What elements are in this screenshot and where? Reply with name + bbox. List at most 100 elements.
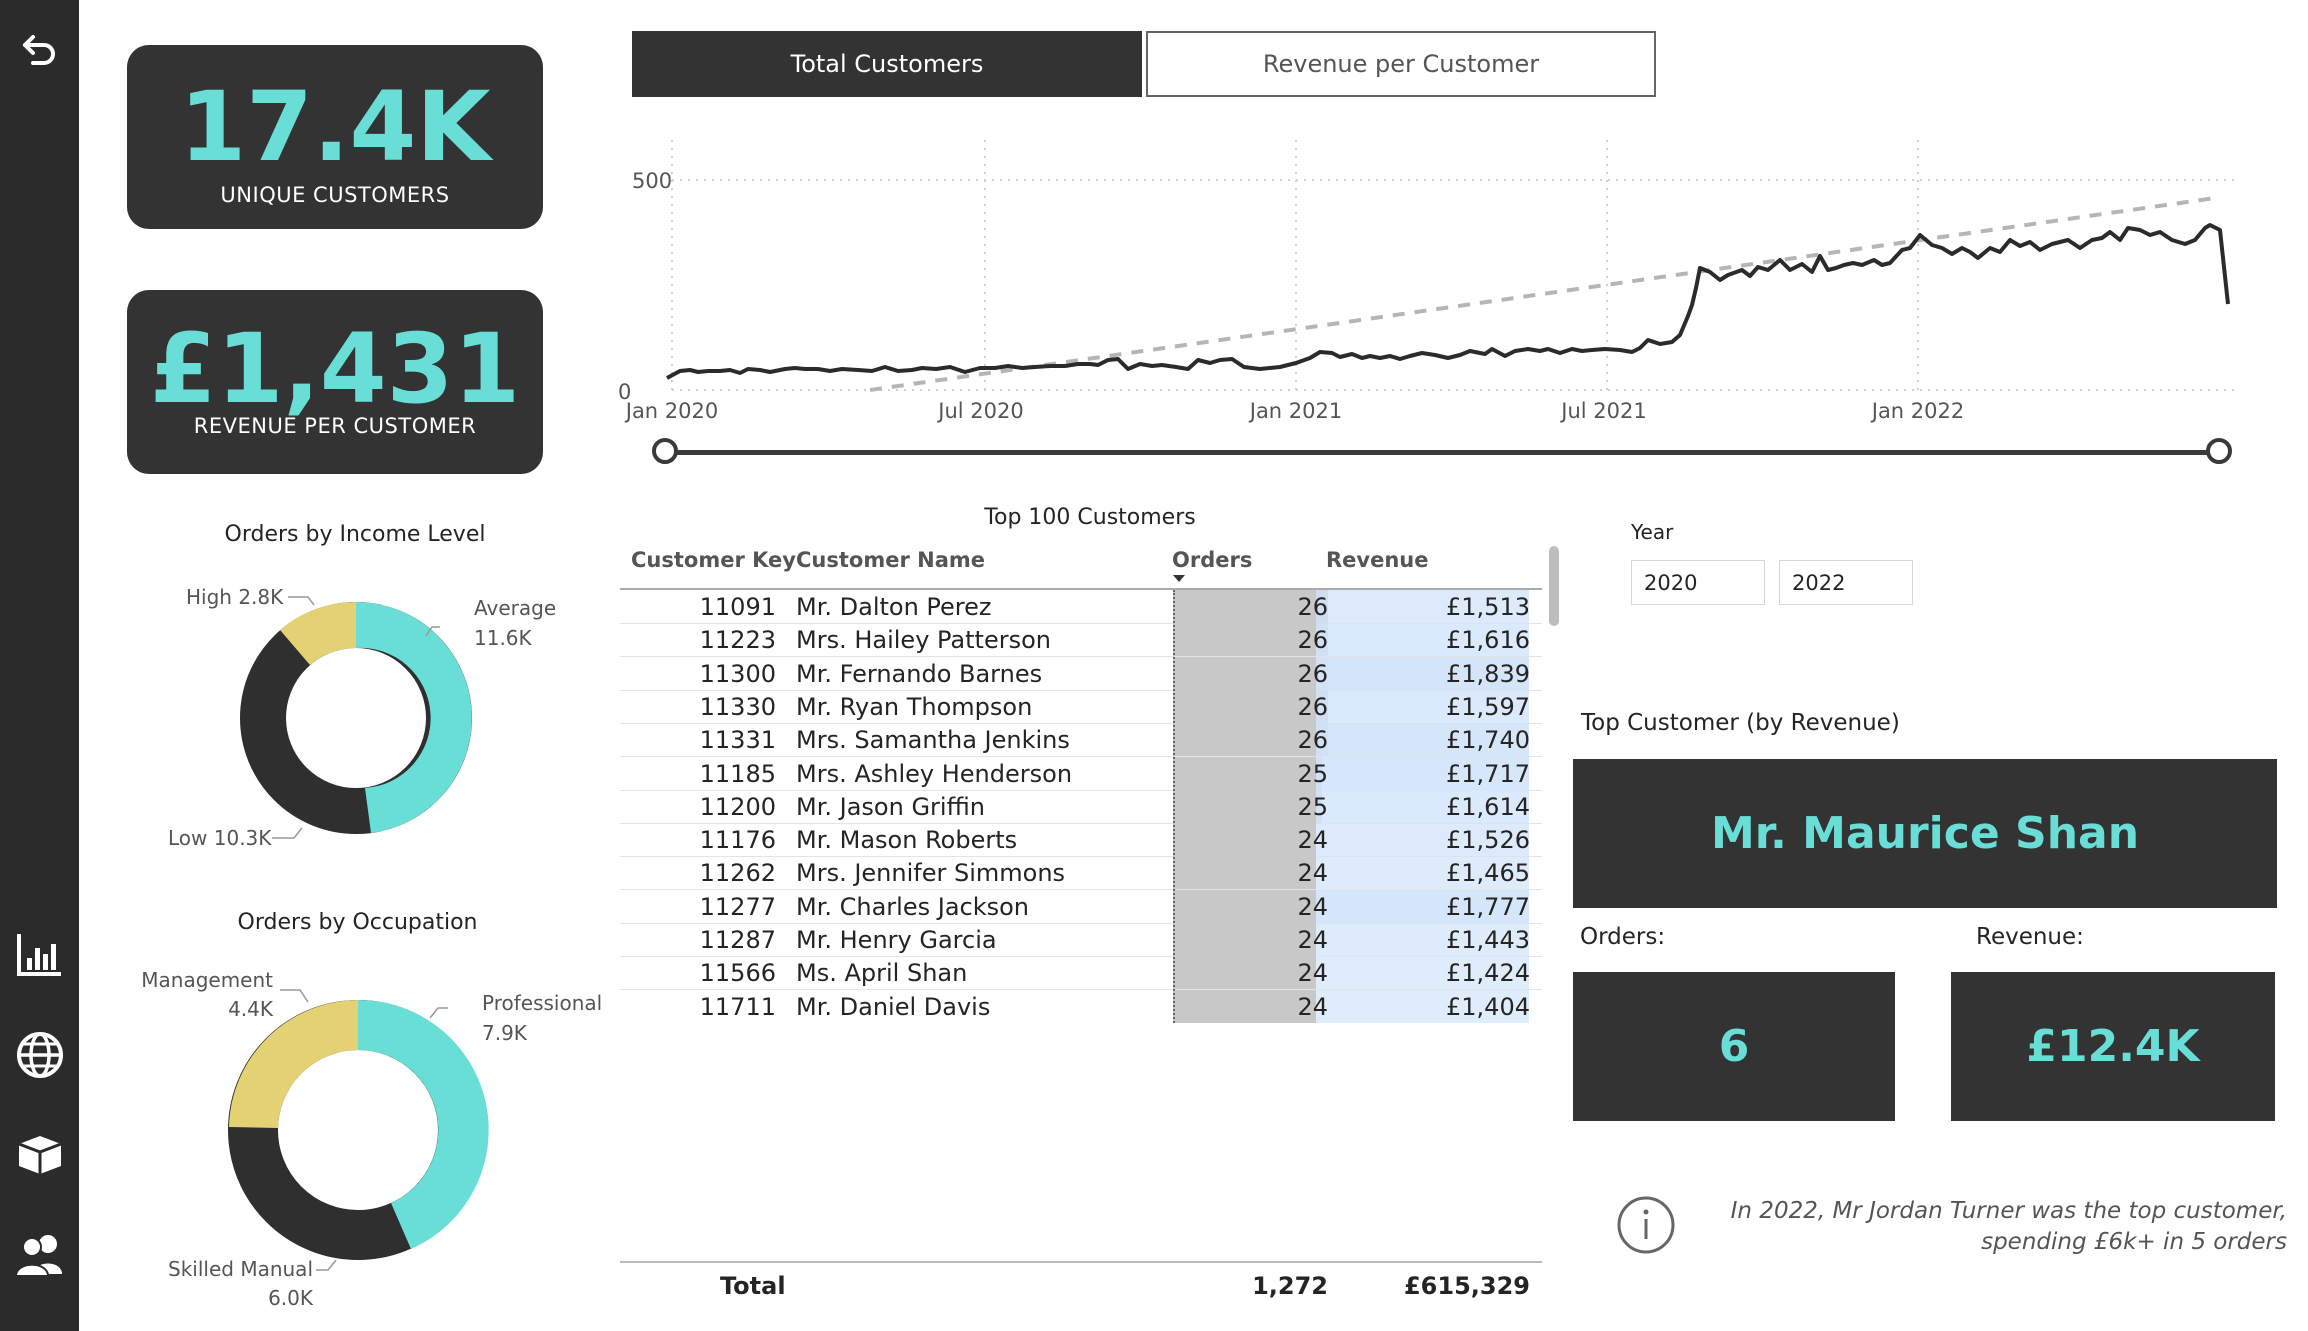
- table-row[interactable]: 11185 Mrs. Ashley Henderson 25 £1,717: [620, 756, 1542, 791]
- x-tick-jan-2022: Jan 2022: [1870, 399, 1965, 423]
- income-label-high: High: [186, 585, 232, 609]
- cell-revenue: £1,839: [1446, 659, 1530, 688]
- date-range-end-handle[interactable]: [2206, 438, 2232, 464]
- nav-products-button[interactable]: [0, 1113, 79, 1193]
- total-orders: 1,272: [1252, 1272, 1328, 1300]
- table-row[interactable]: 11262 Mrs. Jennifer Simmons 24 £1,465: [620, 856, 1542, 891]
- table-row[interactable]: 11200 Mr. Jason Griffin 25 £1,614: [620, 789, 1542, 824]
- occupation-value-professional: 7.9K: [482, 1021, 528, 1045]
- kpi-unique-customers-card: 17.4K UNIQUE CUSTOMERS: [127, 45, 543, 229]
- occupation-label-professional: Professional: [482, 991, 602, 1015]
- cell-revenue: £1,717: [1446, 759, 1530, 788]
- cell-orders: 24: [1297, 859, 1328, 888]
- cell-customer-key: 11711: [699, 992, 776, 1021]
- top-customer-revenue-label: Revenue:: [1976, 924, 2084, 950]
- y-tick-500: 500: [632, 169, 672, 193]
- table-row[interactable]: 11711 Mr. Daniel Davis 24 £1,404: [620, 989, 1542, 1023]
- column-header-revenue[interactable]: Revenue: [1326, 548, 1429, 572]
- date-range-slider-track[interactable]: [667, 450, 2222, 455]
- cell-customer-key: 11300: [699, 659, 776, 688]
- table-row[interactable]: 11287 Mr. Henry Garcia 24 £1,443: [620, 923, 1542, 957]
- cell-customer-key: 11176: [699, 826, 776, 855]
- table-body[interactable]: 11091 Mr. Dalton Perez 26 £1,513 11223 Mrs. H…: [620, 590, 1542, 1023]
- cell-revenue: £1,526: [1446, 826, 1530, 855]
- cell-customer-name: Mr. Henry Garcia: [796, 926, 997, 954]
- users-icon: [14, 1235, 62, 1277]
- nav-customers-button[interactable]: [0, 1215, 79, 1295]
- cell-revenue: £1,443: [1446, 926, 1530, 954]
- table-row[interactable]: 11330 Mr. Ryan Thompson 26 £1,597: [620, 689, 1542, 724]
- customers-line-chart: 500 0 Jan 2020 Jul 2020 Jan 2021 Jul 202…: [618, 140, 2235, 423]
- nav-map-button[interactable]: [0, 1015, 79, 1095]
- cell-customer-name: Mr. Charles Jackson: [796, 892, 1030, 921]
- svg-text:High 2.8K: High 2.8K: [186, 585, 284, 609]
- cell-orders: 26: [1297, 593, 1328, 621]
- income-value-average: 11.6K: [474, 626, 533, 650]
- x-tick-jul-2020: Jul 2020: [936, 399, 1023, 423]
- kpi-revenue-per-customer-value: £1,431: [149, 313, 521, 425]
- income-label-average: Average: [474, 596, 556, 620]
- cell-orders: 26: [1297, 626, 1328, 655]
- nav-sales-button[interactable]: [0, 915, 79, 995]
- cell-customer-name: Mrs. Ashley Henderson: [796, 759, 1073, 788]
- income-slice-average: [356, 602, 472, 833]
- cell-orders: 24: [1297, 826, 1328, 855]
- cell-customer-name: Mr. Daniel Davis: [796, 992, 991, 1021]
- table-row[interactable]: 11223 Mrs. Hailey Patterson 26 £1,616: [620, 623, 1542, 658]
- table-row[interactable]: 11331 Mrs. Samantha Jenkins 26 £1,740: [620, 723, 1542, 758]
- cell-orders: 26: [1297, 659, 1328, 688]
- table-row[interactable]: 11091 Mr. Dalton Perez 26 £1,513: [620, 590, 1542, 624]
- cell-customer-name: Mr. Fernando Barnes: [796, 659, 1043, 688]
- cell-customer-key: 11277: [699, 892, 776, 921]
- cell-customer-name: Mrs. Samantha Jenkins: [796, 726, 1070, 755]
- cell-customer-key: 11223: [699, 626, 776, 655]
- cell-orders: 24: [1297, 926, 1328, 954]
- top-customer-orders-card: 6: [1573, 972, 1895, 1121]
- cell-orders: 26: [1297, 692, 1328, 721]
- info-icon[interactable]: [1616, 1195, 1676, 1255]
- occupation-donut-chart: Management 4.4K Professional 7.9K Skille…: [141, 968, 602, 1310]
- kpi-unique-customers-value: 17.4K: [179, 71, 491, 183]
- income-value-high: 2.8K: [238, 585, 284, 609]
- box-icon: [17, 1136, 62, 1174]
- year-to-input[interactable]: 2022: [1779, 560, 1913, 605]
- occupation-value-management: 4.4K: [228, 997, 274, 1021]
- year-from-input[interactable]: 2020: [1631, 560, 1765, 605]
- cell-orders: 25: [1297, 759, 1328, 788]
- top-customers-table: Customer Key Customer Name Orders Revenu…: [620, 540, 1559, 1320]
- column-header-customer-key[interactable]: Customer Key: [631, 548, 796, 572]
- info-note-line-1: In 2022, Mr Jordan Turner was the top cu…: [1730, 1198, 2287, 1224]
- back-button[interactable]: [0, 10, 79, 90]
- info-note-line-2: spending £6k+ in 5 orders: [1981, 1229, 2287, 1255]
- cell-revenue: £1,597: [1446, 692, 1530, 721]
- table-scrollbar[interactable]: [1549, 546, 1559, 626]
- cell-customer-name: Mrs. Hailey Patterson: [796, 626, 1051, 655]
- tab-total-customers[interactable]: Total Customers: [632, 31, 1142, 97]
- table-row[interactable]: 11176 Mr. Mason Roberts 24 £1,526: [620, 823, 1542, 858]
- cell-orders: 24: [1297, 992, 1328, 1021]
- column-header-customer-name[interactable]: Customer Name: [796, 548, 985, 572]
- cell-orders: 26: [1297, 726, 1328, 755]
- table-row[interactable]: 11300 Mr. Fernando Barnes 26 £1,839: [620, 656, 1542, 691]
- cell-revenue: £1,465: [1446, 859, 1530, 888]
- occupation-label-skilled-manual: Skilled Manual: [168, 1257, 313, 1281]
- chart-gridlines: [671, 140, 2235, 391]
- cell-revenue: £1,513: [1446, 593, 1530, 621]
- cell-customer-name: Mr. Dalton Perez: [796, 593, 992, 621]
- table-row[interactable]: 11277 Mr. Charles Jackson 24 £1,777: [620, 889, 1542, 924]
- tab-revenue-per-customer[interactable]: Revenue per Customer: [1146, 31, 1656, 97]
- cell-customer-key: 11331: [699, 726, 776, 755]
- table-row[interactable]: 11566 Ms. April Shan 24 £1,424: [620, 956, 1542, 991]
- trend-line: [869, 196, 2216, 392]
- income-label-low: Low: [168, 826, 207, 850]
- globe-icon: [16, 1032, 63, 1078]
- date-range-start-handle[interactable]: [652, 438, 678, 464]
- top-customer-orders-label: Orders:: [1580, 924, 1666, 950]
- cell-customer-key: 11330: [699, 692, 776, 721]
- income-value-low: 10.3K: [214, 826, 273, 850]
- cell-customer-key: 11566: [699, 959, 776, 988]
- table-title: Top 100 Customers: [984, 505, 1196, 530]
- cell-revenue: £1,614: [1446, 792, 1530, 821]
- occupation-label-management: Management: [141, 968, 273, 992]
- column-header-orders[interactable]: Orders: [1172, 548, 1252, 572]
